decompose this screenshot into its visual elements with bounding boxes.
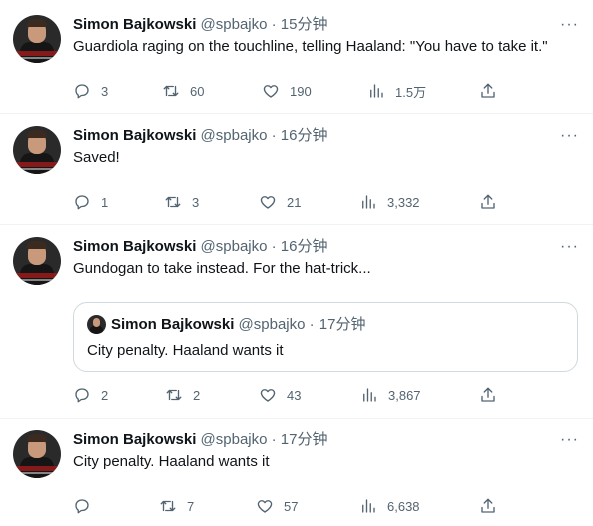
like-count: 21	[287, 194, 302, 210]
author-name[interactable]: Simon Bajkowski	[73, 127, 196, 144]
share-icon	[481, 83, 495, 98]
like-button[interactable]: 190	[262, 81, 312, 101]
author-name[interactable]: Simon Bajkowski	[73, 238, 196, 255]
tweet-text: Gundogan to take instead. For the hat-tr…	[73, 260, 371, 277]
reply-button[interactable]: 2	[73, 385, 108, 405]
avatar[interactable]	[13, 126, 61, 174]
like-count: 190	[290, 83, 312, 99]
reply-count: 1	[101, 194, 109, 210]
reply-button[interactable]: 3	[73, 81, 108, 101]
share-button[interactable]	[479, 81, 497, 101]
retweet-count: 7	[187, 498, 195, 514]
like-icon	[257, 500, 273, 513]
reply-count: 2	[101, 387, 109, 403]
tweet[interactable]: Simon Bajkowski @spbajko · 16分钟 ··· Save…	[0, 113, 593, 225]
views-count: 1.5万	[395, 84, 427, 100]
reply-icon	[75, 388, 89, 403]
author-handle[interactable]: @spbajko · 17分钟	[201, 431, 328, 448]
tweet-header: Simon Bajkowski @spbajko · 16分钟	[73, 126, 328, 146]
avatar[interactable]	[13, 237, 61, 285]
tweet-header: Simon Bajkowski @spbajko · 16分钟	[73, 237, 328, 257]
tweet-text: Saved!	[73, 149, 120, 166]
tweet[interactable]: Simon Bajkowski @spbajko · 17分钟 ··· City…	[0, 418, 593, 526]
share-icon	[481, 194, 495, 209]
retweet-count: 3	[192, 194, 200, 210]
views-count: 3,332	[387, 194, 420, 210]
quote-text: City penalty. Haaland wants it	[87, 342, 284, 359]
like-button[interactable]: 21	[259, 192, 301, 212]
tweet-text: City penalty. Haaland wants it	[73, 453, 270, 470]
views-count: 6,638	[387, 498, 420, 514]
views-button[interactable]: 6,638	[359, 496, 420, 516]
reply-icon	[75, 195, 89, 210]
share-button[interactable]	[479, 192, 497, 212]
avatar[interactable]	[13, 430, 61, 478]
retweet-count: 60	[190, 83, 205, 99]
more-icon[interactable]: ···	[560, 432, 579, 448]
views-count: 3,867	[388, 387, 421, 403]
views-icon	[363, 388, 376, 402]
tweet-header: Simon Bajkowski @spbajko · 17分钟	[73, 430, 328, 450]
like-count: 57	[284, 498, 299, 514]
like-icon	[263, 85, 279, 98]
retweet-button[interactable]: 7	[159, 496, 194, 516]
quote-author-name: Simon Bajkowski	[111, 316, 235, 333]
quote-header: Simon Bajkowski @spbajko · 17分钟	[111, 316, 366, 334]
tweet-text: Guardiola raging on the touchline, telli…	[73, 38, 548, 55]
retweet-button[interactable]: 3	[164, 192, 199, 212]
retweet-icon	[163, 85, 179, 97]
views-button[interactable]: 1.5万	[367, 81, 426, 101]
retweet-button[interactable]: 2	[165, 385, 200, 405]
retweet-icon	[160, 500, 176, 512]
like-button[interactable]: 57	[256, 496, 298, 516]
tweet-actions: 3 60 190 1.5万	[73, 81, 503, 101]
tweet[interactable]: Simon Bajkowski @spbajko · 15分钟 ··· Guar…	[0, 0, 593, 114]
like-icon	[260, 196, 276, 209]
quote-author-handle: @spbajko · 17分钟	[238, 316, 366, 333]
views-button[interactable]: 3,332	[359, 192, 420, 212]
more-icon[interactable]: ···	[560, 239, 579, 255]
quote-avatar	[87, 315, 106, 334]
share-button[interactable]	[479, 385, 497, 405]
retweet-count: 2	[193, 387, 201, 403]
reply-button[interactable]: 1	[73, 192, 108, 212]
retweet-icon	[166, 389, 182, 401]
views-icon	[362, 499, 375, 513]
author-name[interactable]: Simon Bajkowski	[73, 431, 196, 448]
author-handle[interactable]: @spbajko · 16分钟	[201, 238, 328, 255]
views-icon	[362, 195, 375, 209]
share-icon	[481, 498, 495, 513]
author-handle[interactable]: @spbajko · 15分钟	[201, 16, 328, 33]
author-name[interactable]: Simon Bajkowski	[73, 16, 196, 33]
quoted-tweet[interactable]: Simon Bajkowski @spbajko · 17分钟 City pen…	[73, 302, 578, 372]
views-icon	[370, 84, 383, 98]
tweet-header: Simon Bajkowski @spbajko · 15分钟	[73, 15, 328, 35]
like-button[interactable]: 43	[259, 385, 301, 405]
more-icon[interactable]: ···	[560, 17, 579, 33]
share-icon	[481, 387, 495, 402]
tweet-actions: 2 2 43 3,867	[73, 385, 503, 405]
avatar[interactable]	[13, 15, 61, 63]
tweet-actions: 1 3 21 3,332	[73, 192, 503, 212]
views-button[interactable]: 3,867	[360, 385, 421, 405]
retweet-button[interactable]: 60	[162, 81, 204, 101]
reply-icon	[75, 499, 89, 514]
like-count: 43	[287, 387, 302, 403]
reply-count: 3	[101, 83, 109, 99]
reply-button[interactable]	[73, 496, 101, 516]
like-icon	[260, 389, 276, 402]
more-icon[interactable]: ···	[560, 128, 579, 144]
reply-icon	[75, 84, 89, 99]
share-button[interactable]	[479, 496, 497, 516]
retweet-icon	[165, 196, 181, 208]
tweet-actions: 7 57 6,638	[73, 496, 503, 516]
author-handle[interactable]: @spbajko · 16分钟	[201, 127, 328, 144]
